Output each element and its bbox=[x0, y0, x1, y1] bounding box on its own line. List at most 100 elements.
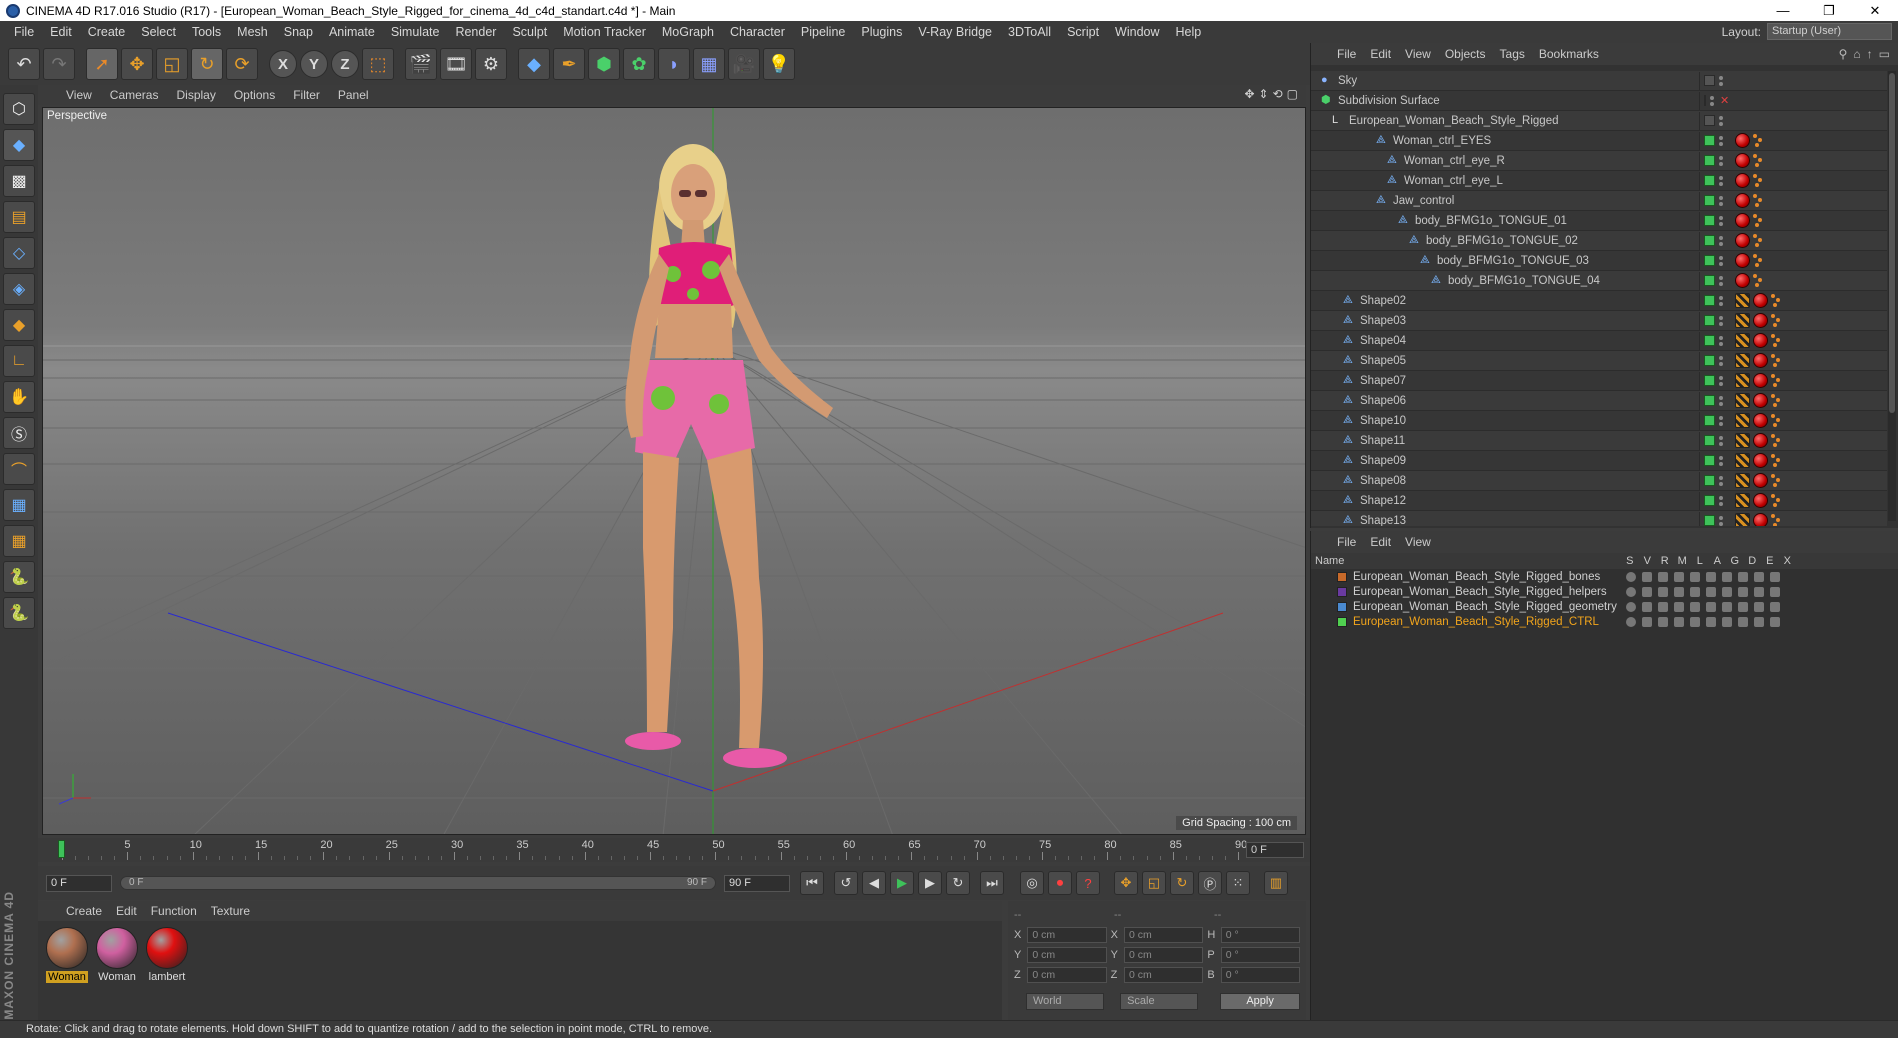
layer-swatch-icon[interactable] bbox=[1704, 315, 1715, 326]
layer-swatch-icon[interactable] bbox=[1704, 275, 1715, 286]
obj-menu-objects[interactable]: Objects bbox=[1445, 47, 1486, 61]
visibility-dots[interactable] bbox=[1719, 75, 1723, 86]
minimize-button[interactable]: — bbox=[1760, 0, 1806, 21]
object-row[interactable]: ⬢ Subdivision Surface ✕ bbox=[1311, 91, 1887, 111]
menu-tools[interactable]: Tools bbox=[184, 25, 229, 39]
display-tag-icon[interactable] bbox=[1735, 453, 1750, 468]
menu-help[interactable]: Help bbox=[1168, 25, 1210, 39]
ik-tag-icon[interactable] bbox=[1735, 273, 1750, 288]
layer-column-header[interactable]: S bbox=[1621, 555, 1639, 567]
scale-dropdown[interactable]: Scale bbox=[1120, 993, 1199, 1010]
generators-toggle-icon[interactable] bbox=[1722, 601, 1732, 612]
deformers-toggle-icon[interactable] bbox=[1738, 586, 1748, 597]
coords-position-field[interactable]: 0 cm bbox=[1027, 927, 1107, 943]
visibility-dots[interactable] bbox=[1719, 275, 1723, 286]
layer-row[interactable]: European_Woman_Beach_Style_Rigged_helper… bbox=[1311, 584, 1898, 599]
restore-button[interactable]: ❐ bbox=[1806, 0, 1852, 21]
coords-size-field[interactable]: 0 cm bbox=[1124, 947, 1204, 963]
visibility-dots[interactable] bbox=[1719, 135, 1723, 146]
y-axis-icon[interactable]: Y bbox=[300, 50, 328, 78]
visibility-dots[interactable] bbox=[1719, 355, 1723, 366]
constraint-tag-icon[interactable] bbox=[1753, 273, 1765, 288]
object-row[interactable]: ⟁ Shape13 bbox=[1311, 511, 1887, 526]
visibility-dots[interactable] bbox=[1719, 335, 1723, 346]
search-icon[interactable]: ⚲ bbox=[1839, 47, 1848, 61]
workplane-mode-icon[interactable]: ▤ bbox=[3, 201, 35, 233]
object-row[interactable]: ⟁ Shape12 bbox=[1311, 491, 1887, 511]
manager-toggle-icon[interactable] bbox=[1674, 571, 1684, 582]
visibility-dots[interactable] bbox=[1719, 175, 1723, 186]
layer-swatch-icon[interactable] bbox=[1704, 495, 1715, 506]
expressions-toggle-icon[interactable] bbox=[1754, 571, 1764, 582]
light-icon[interactable]: 💡 bbox=[763, 48, 795, 80]
lock-toggle-icon[interactable] bbox=[1690, 586, 1700, 597]
object-row[interactable]: ⟁ Woman_ctrl_eye_R bbox=[1311, 151, 1887, 171]
constraint-tag-icon[interactable] bbox=[1753, 233, 1765, 248]
constraint-tag-icon[interactable] bbox=[1753, 173, 1765, 188]
layer-row[interactable]: European_Woman_Beach_Style_Rigged_CTRL bbox=[1311, 614, 1898, 629]
layer-swatch-icon[interactable] bbox=[1704, 155, 1715, 166]
constraint-tag-icon[interactable] bbox=[1771, 413, 1783, 428]
visibility-dots[interactable] bbox=[1719, 195, 1723, 206]
maximize-view-icon[interactable]: ▢ bbox=[1287, 87, 1298, 101]
move-icon[interactable]: ✥ bbox=[121, 48, 153, 80]
ik-tag-icon[interactable] bbox=[1735, 173, 1750, 188]
lock-toggle-icon[interactable] bbox=[1690, 571, 1700, 582]
undo-icon[interactable]: ↶ bbox=[8, 48, 40, 80]
record-active-objects-icon[interactable]: ⏺ bbox=[1048, 871, 1072, 895]
layer-swatch-icon[interactable] bbox=[1704, 235, 1715, 246]
visibility-dots[interactable] bbox=[1719, 155, 1723, 166]
menu-plugins[interactable]: Plugins bbox=[853, 25, 910, 39]
constraint-tag-icon[interactable] bbox=[1753, 153, 1765, 168]
display-tag-icon[interactable] bbox=[1735, 353, 1750, 368]
constraint-tag-icon[interactable] bbox=[1753, 133, 1765, 148]
render-toggle-icon[interactable] bbox=[1658, 601, 1668, 612]
xref-toggle-icon[interactable] bbox=[1770, 571, 1780, 582]
render-view-icon[interactable]: 🎬 bbox=[405, 48, 437, 80]
constraint-tag-icon[interactable] bbox=[1771, 453, 1783, 468]
object-row[interactable]: ⟁ Shape04 bbox=[1311, 331, 1887, 351]
make-editable-icon[interactable]: ⬡ bbox=[3, 93, 35, 125]
world-dropdown[interactable]: World bbox=[1026, 993, 1105, 1010]
layer-swatch-icon[interactable] bbox=[1704, 335, 1715, 346]
animation-toggle-icon[interactable] bbox=[1706, 601, 1716, 612]
viewport-menu-panel[interactable]: Panel bbox=[338, 88, 369, 102]
layer-row[interactable]: European_Woman_Beach_Style_Rigged_bones bbox=[1311, 569, 1898, 584]
visibility-dots[interactable] bbox=[1719, 115, 1723, 126]
generators-toggle-icon[interactable] bbox=[1722, 586, 1732, 597]
layer-swatch-icon[interactable] bbox=[1704, 215, 1715, 226]
material-item[interactable]: lambert bbox=[144, 927, 190, 983]
object-row[interactable]: ⟁ Shape08 bbox=[1311, 471, 1887, 491]
layer-swatch-icon[interactable] bbox=[1704, 195, 1715, 206]
visibility-dots[interactable] bbox=[1719, 495, 1723, 506]
xref-toggle-icon[interactable] bbox=[1770, 601, 1780, 612]
coords-rotation-field[interactable]: 0 ° bbox=[1220, 967, 1300, 983]
layer-column-header[interactable]: V bbox=[1639, 555, 1657, 567]
visibility-dots[interactable] bbox=[1719, 295, 1723, 306]
material-menu-edit[interactable]: Edit bbox=[116, 904, 137, 918]
layer-swatch-icon[interactable] bbox=[1704, 295, 1715, 306]
python-icon[interactable]: 🐍 bbox=[3, 561, 35, 593]
material-menu-function[interactable]: Function bbox=[151, 904, 197, 918]
frame-range-slider[interactable]: 0 F 90 F bbox=[120, 876, 716, 890]
material-menu-create[interactable]: Create bbox=[66, 904, 102, 918]
visibility-dots[interactable] bbox=[1719, 475, 1723, 486]
solo-toggle-icon[interactable] bbox=[1626, 586, 1636, 597]
texture-mode-icon[interactable]: ▩ bbox=[3, 165, 35, 197]
ik-tag-icon[interactable] bbox=[1753, 393, 1768, 408]
current-frame-field[interactable]: 0 F bbox=[1246, 842, 1304, 858]
solo-toggle-icon[interactable] bbox=[1626, 616, 1636, 627]
end-frame-field[interactable]: 90 F bbox=[724, 874, 790, 892]
obj-menu-view[interactable]: View bbox=[1405, 47, 1431, 61]
obj-menu-file[interactable]: File bbox=[1337, 47, 1356, 61]
object-row[interactable]: ⟁ Woman_ctrl_eye_L bbox=[1311, 171, 1887, 191]
layer-menu-file[interactable]: File bbox=[1337, 535, 1356, 549]
obj-menu-bookmarks[interactable]: Bookmarks bbox=[1539, 47, 1599, 61]
previous-frame-icon[interactable]: ◀ bbox=[862, 871, 886, 895]
view-toggle-icon[interactable] bbox=[1642, 601, 1652, 612]
menu-create[interactable]: Create bbox=[80, 25, 134, 39]
display-tag-icon[interactable] bbox=[1735, 493, 1750, 508]
constraint-tag-icon[interactable] bbox=[1771, 353, 1783, 368]
ik-tag-icon[interactable] bbox=[1753, 293, 1768, 308]
ik-tag-icon[interactable] bbox=[1753, 473, 1768, 488]
